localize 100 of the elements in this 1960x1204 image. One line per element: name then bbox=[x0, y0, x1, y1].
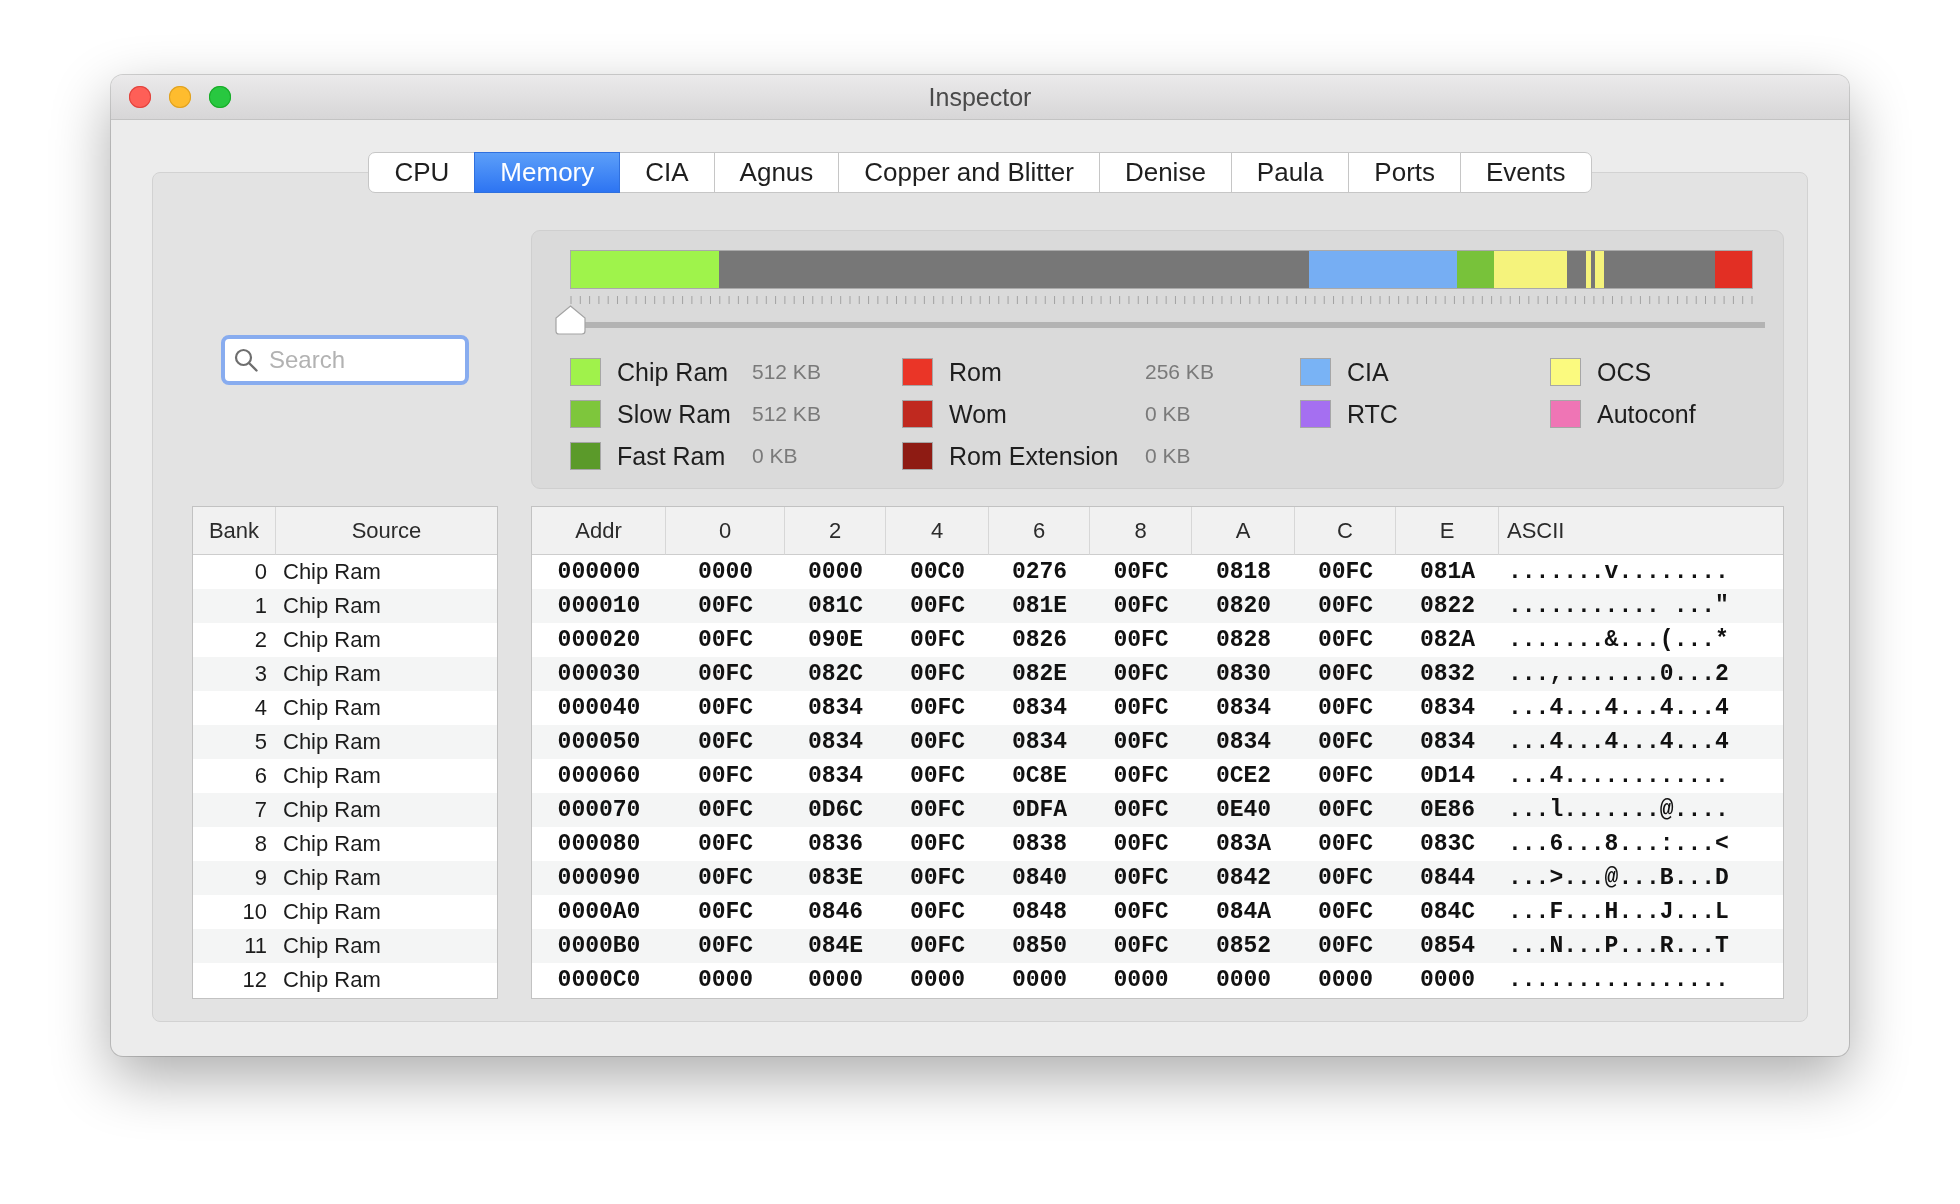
table-cell: 00FC bbox=[666, 589, 785, 623]
table-cell: 000070 bbox=[532, 793, 666, 827]
table-cell: 00FC bbox=[1090, 725, 1192, 759]
table-cell: 0834 bbox=[785, 725, 886, 759]
table-cell: 0DFA bbox=[989, 793, 1090, 827]
table-cell: 081C bbox=[785, 589, 886, 623]
table-cell: 00FC bbox=[1295, 657, 1396, 691]
table-cell: 0842 bbox=[1192, 861, 1295, 895]
table-cell: 0854 bbox=[1396, 929, 1499, 963]
table-cell: 5 bbox=[193, 725, 276, 759]
table-cell: 0E40 bbox=[1192, 793, 1295, 827]
legend-size: 0 KB bbox=[1145, 402, 1192, 426]
table-cell: 081E bbox=[989, 589, 1090, 623]
table-cell: 000030 bbox=[532, 657, 666, 691]
table-cell: 0000B0 bbox=[532, 929, 666, 963]
table-cell: 00FC bbox=[666, 657, 785, 691]
table-cell: Chip Ram bbox=[276, 793, 497, 827]
table-cell: 00FC bbox=[886, 861, 989, 895]
table-cell: Chip Ram bbox=[276, 725, 497, 759]
table-cell: 00FC bbox=[1090, 793, 1192, 827]
legend-size: 512 KB bbox=[752, 360, 821, 384]
column-header: Bank bbox=[193, 507, 276, 555]
table-cell: Chip Ram bbox=[276, 861, 497, 895]
table-cell: 3 bbox=[193, 657, 276, 691]
legend-label: Wom bbox=[949, 399, 1008, 429]
table-cell: 00FC bbox=[886, 725, 989, 759]
table-cell: Chip Ram bbox=[276, 929, 497, 963]
table-cell: ...>...@...B...D bbox=[1499, 861, 1783, 895]
window-title: Inspector bbox=[928, 82, 1032, 112]
tab[interactable]: Paula bbox=[1230, 152, 1350, 193]
table-cell: 00FC bbox=[1295, 725, 1396, 759]
table-cell: ...,.......0...2 bbox=[1499, 657, 1783, 691]
legend-label: Autoconf bbox=[1597, 399, 1696, 429]
table-cell: 083E bbox=[785, 861, 886, 895]
tab[interactable]: Copper and Blitter bbox=[838, 152, 1100, 193]
table-cell: 0820 bbox=[1192, 589, 1295, 623]
table-cell: 0850 bbox=[989, 929, 1090, 963]
column-header: E bbox=[1396, 507, 1499, 555]
table-cell: 00FC bbox=[1295, 793, 1396, 827]
legend-label: Rom bbox=[949, 357, 1003, 387]
tab[interactable]: Events bbox=[1460, 152, 1592, 193]
legend-label: Slow Ram bbox=[617, 399, 732, 429]
table-cell: Chip Ram bbox=[276, 657, 497, 691]
column-header: Addr bbox=[532, 507, 666, 555]
table-cell: 0832 bbox=[1396, 657, 1499, 691]
table-cell: 00FC bbox=[886, 793, 989, 827]
table-cell: ...N...P...R...T bbox=[1499, 929, 1783, 963]
legend-label: Rom Extension bbox=[949, 441, 1120, 471]
table-cell: 00FC bbox=[666, 861, 785, 895]
column-header: 8 bbox=[1090, 507, 1192, 555]
table-cell: 00FC bbox=[666, 929, 785, 963]
table-cell: 00FC bbox=[1295, 929, 1396, 963]
table-cell: 00FC bbox=[886, 589, 989, 623]
column-header: ASCII bbox=[1499, 507, 1783, 555]
column-header: A bbox=[1192, 507, 1295, 555]
search-icon bbox=[234, 348, 258, 372]
legend-size: 0 KB bbox=[752, 444, 799, 468]
table-cell: 00FC bbox=[1295, 589, 1396, 623]
table-cell: 0834 bbox=[1192, 725, 1295, 759]
search-field[interactable]: Search bbox=[221, 335, 469, 385]
legend-label: RTC bbox=[1347, 399, 1398, 429]
table-cell: 1 bbox=[193, 589, 276, 623]
table-cell: 000050 bbox=[532, 725, 666, 759]
table-cell: ...4...4...4...4 bbox=[1499, 725, 1783, 759]
table-cell: 082E bbox=[989, 657, 1090, 691]
close-button[interactable] bbox=[129, 86, 151, 108]
column-header: C bbox=[1295, 507, 1396, 555]
table-cell: 0830 bbox=[1192, 657, 1295, 691]
tab[interactable]: Agnus bbox=[713, 152, 840, 193]
table-cell: 11 bbox=[193, 929, 276, 963]
tab[interactable]: Ports bbox=[1348, 152, 1462, 193]
legend-label: OCS bbox=[1597, 357, 1653, 387]
table-cell: 000010 bbox=[532, 589, 666, 623]
tab[interactable]: Denise bbox=[1098, 152, 1232, 193]
table-cell: 0840 bbox=[989, 861, 1090, 895]
tab[interactable]: CIA bbox=[619, 152, 715, 193]
table-cell: 0852 bbox=[1192, 929, 1295, 963]
table-cell: 0822 bbox=[1396, 589, 1499, 623]
legend-label: Fast Ram bbox=[617, 441, 727, 471]
table-cell: 0844 bbox=[1396, 861, 1499, 895]
table-cell: 0834 bbox=[1396, 725, 1499, 759]
table-cell: 00FC bbox=[1090, 589, 1192, 623]
table-cell: 00FC bbox=[1295, 861, 1396, 895]
table-cell: 00FC bbox=[886, 657, 989, 691]
table-cell: 00FC bbox=[886, 929, 989, 963]
zoom-button[interactable] bbox=[209, 86, 231, 108]
column-header: 2 bbox=[785, 507, 886, 555]
legend-label: CIA bbox=[1347, 357, 1390, 387]
legend-label: Chip Ram bbox=[617, 357, 730, 387]
slider-thumb[interactable] bbox=[555, 305, 586, 335]
legend-size: 256 KB bbox=[1145, 360, 1214, 384]
column-header: 4 bbox=[886, 507, 989, 555]
table-cell: 0834 bbox=[989, 725, 1090, 759]
table-cell: 0D6C bbox=[785, 793, 886, 827]
table-cell: 082C bbox=[785, 657, 886, 691]
tab[interactable]: CPU bbox=[368, 152, 476, 193]
table-cell: 000090 bbox=[532, 861, 666, 895]
legend-size: 0 KB bbox=[1145, 444, 1192, 468]
minimize-button[interactable] bbox=[169, 86, 191, 108]
table-cell: 00FC bbox=[666, 793, 785, 827]
